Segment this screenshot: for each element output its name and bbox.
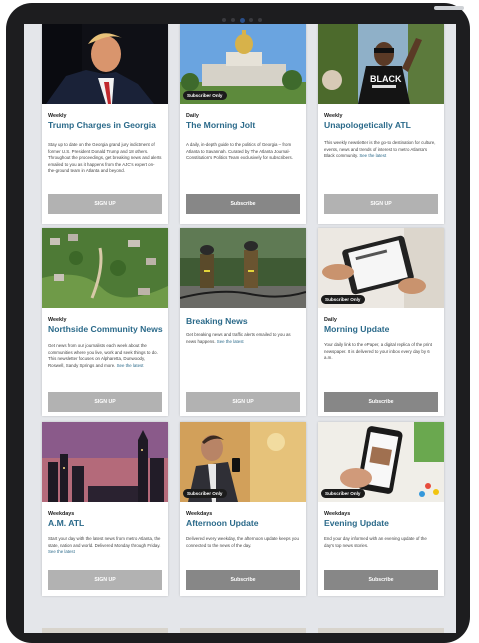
newsletter-title[interactable]: Trump Charges in Georgia <box>48 120 166 130</box>
newsletter-title[interactable]: Northside Community News <box>48 324 166 334</box>
next-row-card-image <box>42 628 168 633</box>
newsletter-card: Weekly Northside Community News Get news… <box>42 228 168 416</box>
subscriber-only-badge: Subscriber Only <box>321 489 365 498</box>
frequency-label: Daily <box>324 317 337 323</box>
card-image <box>42 422 168 502</box>
subscribe-button[interactable]: Subscribe <box>324 392 438 412</box>
description-text: A daily, in-depth guide to the politics … <box>186 142 293 161</box>
next-row-card-image <box>180 628 306 633</box>
photo-aerial-neighborhood <box>42 228 168 308</box>
newsletter-card: Weekdays A.M. ATL Start your day with th… <box>42 422 168 596</box>
description-text: Stay up to date on the Georgia grand jur… <box>48 142 162 174</box>
description-text: End your day informed with an evening up… <box>324 536 427 548</box>
camera-bar <box>222 16 262 24</box>
sign-up-button[interactable]: SIGN UP <box>186 392 300 412</box>
newsletter-title[interactable]: Afternoon Update <box>186 518 304 528</box>
card-image: BLACK <box>318 24 444 104</box>
newsletter-title[interactable]: Breaking News <box>186 316 304 326</box>
photo-black-purpose: BLACK <box>318 24 444 104</box>
newsletter-title[interactable]: Morning Update <box>324 324 442 334</box>
card-image: Subscriber Only <box>318 422 444 502</box>
newsletter-card: Subscriber Only Weekdays Evening Update … <box>318 422 444 596</box>
sign-up-button[interactable]: SIGN UP <box>48 194 162 214</box>
newsletter-description: Delivered every weekday, the afternoon u… <box>186 536 300 549</box>
svg-text:BLACK: BLACK <box>370 74 402 84</box>
newsletter-title[interactable]: Evening Update <box>324 518 442 528</box>
description-text: Your daily link to the ePaper, a digital… <box>324 342 432 361</box>
sign-up-button[interactable]: SIGN UP <box>324 194 438 214</box>
card-image: Subscriber Only <box>318 228 444 308</box>
photo-portrait <box>42 24 168 104</box>
photo-atlanta-skyline <box>42 422 168 502</box>
card-image: Subscriber Only <box>180 24 306 104</box>
frequency-label: Weekdays <box>48 511 75 517</box>
newsletter-description: Start your day with the latest news from… <box>48 536 162 556</box>
see-the-latest-link[interactable]: See the latest <box>48 549 75 554</box>
subscribe-button[interactable]: Subscribe <box>186 194 300 214</box>
newsletter-description: Get breaking news and traffic alerts ema… <box>186 332 300 345</box>
subscribe-button[interactable]: Subscribe <box>186 570 300 590</box>
newsletter-description: Get news from our journalists each week … <box>48 343 162 369</box>
card-image <box>42 228 168 308</box>
power-button <box>434 6 464 10</box>
newsletter-card: BLACK Weekly Unapologetically ATL This w… <box>318 24 444 224</box>
newsletter-card: Weekly Trump Charges in Georgia Stay up … <box>42 24 168 224</box>
newsletter-title[interactable]: Unapologetically ATL <box>324 120 442 130</box>
see-the-latest-link[interactable]: See the latest <box>359 153 386 158</box>
card-image: Subscriber Only <box>180 422 306 502</box>
frequency-label: Weekly <box>48 113 67 119</box>
newsletter-card: Subscriber Only Weekdays Afternoon Updat… <box>180 422 306 596</box>
frequency-label: Weekly <box>324 113 343 119</box>
sign-up-button[interactable]: SIGN UP <box>48 570 162 590</box>
subscriber-only-badge: Subscriber Only <box>183 91 227 100</box>
next-row-card-image <box>318 628 444 633</box>
description-text: Start your day with the latest news from… <box>48 536 161 548</box>
newsletter-description: This weekly newsletter is the go-to dest… <box>324 140 438 160</box>
newsletter-title[interactable]: A.M. ATL <box>48 518 166 528</box>
frequency-label: Weekly <box>48 317 67 323</box>
sign-up-button[interactable]: SIGN UP <box>48 392 162 412</box>
newsletter-description: Your daily link to the ePaper, a digital… <box>324 342 438 362</box>
frequency-label: Weekdays <box>324 511 351 517</box>
newsletter-description: Stay up to date on the Georgia grand jur… <box>48 142 162 175</box>
newsletter-description: A daily, in-depth guide to the politics … <box>186 142 300 162</box>
description-text: Delivered every weekday, the afternoon u… <box>186 536 299 548</box>
see-the-latest-link[interactable]: See the latest <box>117 363 144 368</box>
newsletter-card: Subscriber Only Daily The Morning Jolt A… <box>180 24 306 224</box>
subscriber-only-badge: Subscriber Only <box>321 295 365 304</box>
frequency-label: Weekdays <box>186 511 213 517</box>
subscribe-button[interactable]: Subscribe <box>324 570 438 590</box>
card-image <box>180 228 306 308</box>
frequency-label: Daily <box>186 113 199 119</box>
card-image <box>42 24 168 104</box>
newsletter-card: Subscriber Only Daily Morning Update You… <box>318 228 444 416</box>
subscriber-only-badge: Subscriber Only <box>183 489 227 498</box>
newsletter-card: Breaking News Get breaking news and traf… <box>180 228 306 416</box>
newsletter-grid: Weekly Trump Charges in Georgia Stay up … <box>24 24 456 633</box>
photo-firefighters <box>180 228 306 308</box>
see-the-latest-link[interactable]: See the latest <box>217 339 244 344</box>
newsletter-description: End your day informed with an evening up… <box>324 536 438 549</box>
newsletter-title[interactable]: The Morning Jolt <box>186 120 304 130</box>
